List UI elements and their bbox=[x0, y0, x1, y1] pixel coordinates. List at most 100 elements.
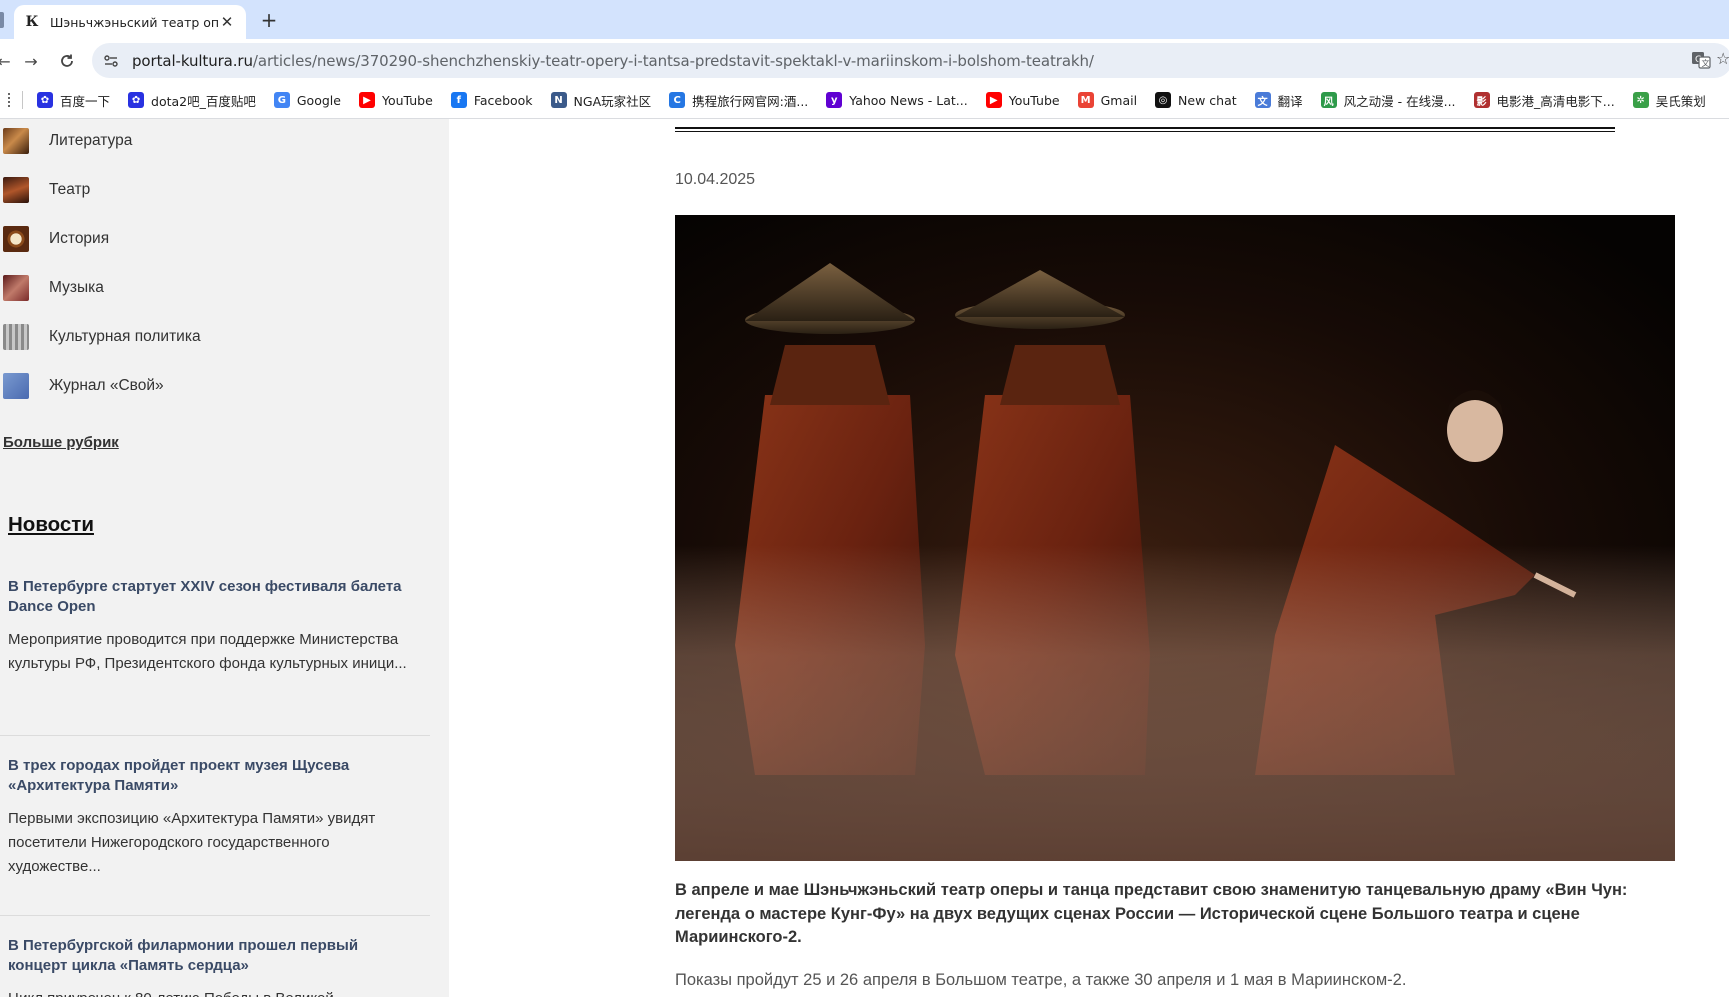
new-tab-plus-icon[interactable]: + bbox=[256, 7, 282, 33]
back-arrow-icon[interactable]: ← bbox=[0, 49, 16, 73]
article-photo[interactable] bbox=[675, 215, 1675, 861]
culture-policy-thumbnail bbox=[3, 324, 29, 350]
news-divider bbox=[0, 915, 430, 916]
bookmark-item[interactable]: C 携程旅行网官网:酒... bbox=[669, 91, 808, 110]
bookmark-item[interactable]: ▶ YouTube bbox=[358, 92, 433, 108]
bookmark-item[interactable]: ▶ YouTube bbox=[985, 92, 1060, 108]
rubric-magazine[interactable]: Журнал «Свой» bbox=[3, 371, 164, 401]
active-tab[interactable]: К Шэньчжэньский театр опер ✕ bbox=[14, 5, 246, 39]
rubric-music[interactable]: Музыка bbox=[3, 273, 104, 303]
bookmark-label: 风之动漫 - 在线漫... bbox=[1343, 93, 1456, 109]
left-sidebar: Литература Театр История Музыка Культурн… bbox=[0, 119, 449, 997]
yahoo-icon: y bbox=[826, 92, 843, 108]
tab-title: Шэньчжэньский театр опер bbox=[50, 14, 218, 30]
bookmark-item[interactable]: 风风之动漫 - 在线漫... bbox=[1320, 91, 1456, 110]
rubric-theatre[interactable]: Театр bbox=[3, 175, 90, 205]
nga-icon: N bbox=[550, 92, 567, 108]
bookmark-item[interactable]: ◎ New chat bbox=[1155, 92, 1237, 108]
rubric-label: Журнал «Свой» bbox=[49, 377, 164, 394]
bookmark-label: New chat bbox=[1178, 92, 1237, 108]
bookmark-item[interactable]: ✲ 吴氏策划 bbox=[1632, 91, 1706, 110]
tab-strip: К Шэньчжэньский театр опер ✕ + bbox=[0, 0, 1729, 39]
movie-icon: 影 bbox=[1473, 92, 1490, 108]
magazine-thumbnail bbox=[3, 373, 29, 399]
url-text: portal-kultura.ru/articles/news/370290-s… bbox=[132, 52, 1094, 70]
bookmark-item[interactable]: ✿ dota2吧_百度贴吧 bbox=[128, 91, 256, 110]
facebook-icon: f bbox=[450, 92, 467, 108]
news-item-title[interactable]: В Петербурге стартует XXIV сезон фестива… bbox=[8, 577, 408, 617]
previous-tab-edge[interactable] bbox=[0, 12, 4, 28]
youtube-icon: ▶ bbox=[358, 92, 375, 108]
news-item-excerpt: Первыми экспозицию «Архитектура Памяти» … bbox=[8, 810, 376, 875]
rubric-history[interactable]: История bbox=[3, 224, 109, 254]
site-info-icon[interactable] bbox=[96, 46, 126, 76]
flower-icon: ✲ bbox=[1632, 92, 1649, 108]
svg-text:文: 文 bbox=[1702, 58, 1710, 68]
news-item-title[interactable]: В трех городах пройдет проект музея Щусе… bbox=[8, 756, 408, 796]
bookmark-item[interactable]: G Google bbox=[273, 92, 341, 108]
bookmark-item[interactable]: f Facebook bbox=[450, 92, 533, 108]
close-tab-icon[interactable]: ✕ bbox=[218, 13, 236, 31]
theatre-thumbnail bbox=[3, 177, 29, 203]
rubric-label: Культурная политика bbox=[49, 328, 201, 345]
browser-toolbar: ← → portal-kultura.ru/articles/news/3702… bbox=[0, 39, 1729, 82]
article-body: Показы пройдут 25 и 26 апреля в Большом … bbox=[675, 971, 1407, 989]
bookmark-label: NGA玩家社区 bbox=[573, 93, 652, 109]
bookmarks-bar: ✿ 百度一下 ✿ dota2吧_百度贴吧 G Google ▶ YouTube f Faceboo… bbox=[0, 82, 1729, 119]
bookmark-label: Google bbox=[296, 92, 341, 108]
bookmark-label: Yahoo News - Lat... bbox=[849, 92, 968, 108]
reload-icon[interactable] bbox=[55, 49, 79, 73]
translate-icon: 文 bbox=[1254, 92, 1271, 108]
bookmarks-separator bbox=[22, 91, 23, 109]
bookmark-item[interactable]: ✿ 百度一下 bbox=[37, 91, 110, 110]
article-lead: В апреле и мае Шэньчжэньский театр оперы… bbox=[675, 881, 1628, 946]
bookmark-label: Gmail bbox=[1100, 92, 1138, 108]
bookmark-label: YouTube bbox=[1008, 92, 1060, 108]
google-icon: G bbox=[273, 92, 290, 108]
bookmark-label: YouTube bbox=[381, 92, 433, 108]
more-rubrics-link[interactable]: Больше рубрик bbox=[3, 434, 119, 451]
news-item-excerpt: Цикл приурочен к 80-летию Победы в Велик… bbox=[8, 987, 408, 997]
apps-grid-icon[interactable] bbox=[0, 93, 10, 107]
literature-thumbnail bbox=[3, 128, 29, 154]
url-host: portal-kultura.ru bbox=[132, 51, 253, 70]
bookmark-label: 翻译 bbox=[1277, 93, 1303, 109]
bookmark-item[interactable]: M Gmail bbox=[1077, 92, 1138, 108]
address-bar[interactable]: portal-kultura.ru/articles/news/370290-s… bbox=[92, 43, 1729, 78]
youtube-icon: ▶ bbox=[985, 92, 1002, 108]
music-thumbnail bbox=[3, 275, 29, 301]
bookmark-label: 吴氏策划 bbox=[1655, 93, 1706, 109]
rubric-label: Литература bbox=[49, 132, 133, 149]
news-item-excerpt: Мероприятие проводится при поддержке Мин… bbox=[8, 631, 407, 672]
news-heading[interactable]: Новости bbox=[8, 513, 94, 537]
news-item[interactable]: В Петербурге стартует XXIV сезон фестива… bbox=[8, 577, 408, 676]
ctrip-icon: C bbox=[669, 92, 686, 108]
gmail-icon: M bbox=[1077, 92, 1094, 108]
manga-icon: 风 bbox=[1320, 92, 1337, 108]
header-rule bbox=[675, 131, 1615, 132]
news-divider bbox=[0, 735, 430, 736]
bookmark-item[interactable]: y Yahoo News - Lat... bbox=[826, 92, 968, 108]
news-item-title[interactable]: В Петербургской филармонии прошел первый… bbox=[8, 936, 408, 976]
rubric-culture-policy[interactable]: Культурная политика bbox=[3, 322, 201, 352]
rubric-label: Музыка bbox=[49, 279, 104, 296]
news-item[interactable]: В трех городах пройдет проект музея Щусе… bbox=[8, 756, 408, 879]
bookmark-item[interactable]: 影电影港_高清电影下... bbox=[1473, 91, 1615, 110]
url-path: /articles/news/370290-shenchzhenskiy-tea… bbox=[252, 51, 1094, 70]
bookmark-item[interactable]: N NGA玩家社区 bbox=[550, 91, 652, 110]
bookmark-label: 携程旅行网官网:酒... bbox=[692, 93, 809, 109]
baidu-icon: ✿ bbox=[37, 92, 53, 108]
news-item[interactable]: В Петербургской филармонии прошел первый… bbox=[8, 936, 408, 997]
translate-page-icon[interactable]: G文 bbox=[1688, 47, 1714, 73]
history-thumbnail bbox=[3, 226, 29, 252]
bookmark-label: 百度一下 bbox=[60, 93, 111, 109]
rubric-label: История bbox=[49, 230, 110, 247]
bookmark-star-icon[interactable]: ☆ bbox=[1716, 49, 1729, 71]
openai-icon: ◎ bbox=[1155, 92, 1172, 108]
rubric-literature[interactable]: Литература bbox=[3, 126, 132, 156]
header-rule bbox=[675, 127, 1615, 129]
forward-arrow-icon[interactable]: → bbox=[19, 49, 43, 73]
bookmark-label: dota2吧_百度贴吧 bbox=[151, 93, 256, 109]
bookmark-item[interactable]: 文翻译 bbox=[1254, 91, 1303, 110]
rubric-label: Театр bbox=[49, 181, 91, 198]
